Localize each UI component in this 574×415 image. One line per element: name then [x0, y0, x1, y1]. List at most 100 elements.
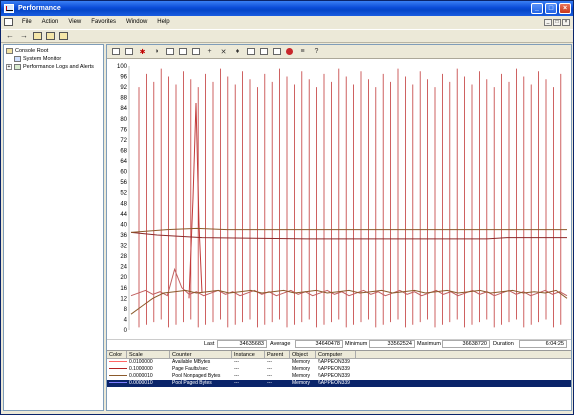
maximize-button[interactable]: □ [545, 3, 557, 14]
duration-value: 6:04:25 [519, 340, 567, 348]
help-icon[interactable]: ? [312, 48, 321, 55]
y-tick-label: 56 [120, 180, 127, 186]
computer-cell: \\APPEON339 [318, 366, 350, 372]
view-histogram-icon[interactable] [179, 48, 187, 55]
col-header-parent[interactable]: Parent [265, 351, 290, 358]
y-tick-label: 16 [120, 286, 127, 292]
mdi-restore-button[interactable]: □ [553, 18, 561, 26]
object-cell: Memory [292, 366, 311, 372]
properties-icon[interactable] [273, 48, 281, 55]
monitor-icon [14, 56, 21, 62]
legend-row-selected[interactable]: 0.0000010 Pool Paged Bytes --- --- Memor… [107, 380, 571, 387]
performance-window: Performance _ □ × File Action View Favor… [0, 0, 574, 415]
menu-favorites[interactable]: Favorites [86, 19, 121, 25]
y-tick-label: 32 [120, 244, 127, 250]
counter-cell: Available MBytes [172, 359, 211, 365]
view-graph-icon[interactable] [166, 48, 174, 55]
instance-cell: --- [234, 366, 239, 372]
y-tick-label: 4 [124, 317, 128, 323]
delete-counter-icon[interactable]: ✕ [219, 48, 228, 56]
mdi-minimize-button[interactable]: _ [544, 18, 552, 26]
y-tick-label: 20 [120, 275, 127, 281]
y-tick-label: 100 [117, 64, 128, 70]
copy-properties-icon[interactable] [247, 48, 255, 55]
menu-file[interactable]: File [17, 19, 37, 25]
title-bar: Performance _ □ × [1, 1, 573, 16]
counter-cell: Page Faults/sec [172, 366, 208, 372]
parent-cell: --- [267, 373, 272, 379]
paste-counter-list-icon[interactable] [260, 48, 268, 55]
col-header-instance[interactable]: Instance [232, 351, 265, 358]
legend-row[interactable]: 0.0100000 Available MBytes --- --- Memor… [107, 359, 571, 366]
expand-icon[interactable]: + [6, 64, 12, 70]
view-current-activity-icon[interactable]: ✱ [138, 48, 147, 56]
col-header-computer[interactable]: Computer [316, 351, 356, 358]
scale-cell: 0.1000000 [129, 366, 153, 372]
minimize-button[interactable]: _ [531, 3, 543, 14]
y-tick-label: 64 [120, 159, 127, 165]
new-counter-set-icon[interactable] [112, 48, 120, 55]
color-swatch [109, 382, 127, 384]
average-value: 34640478 [295, 340, 343, 348]
clear-display-icon[interactable] [125, 48, 133, 55]
forward-arrow-icon[interactable]: → [19, 31, 29, 41]
highlight-icon[interactable]: ♦ [233, 48, 242, 55]
maximum-label: Maximum [417, 341, 441, 347]
y-tick-label: 60 [120, 170, 127, 176]
tree-item-console-root[interactable]: Console Root [6, 47, 101, 55]
col-header-object[interactable]: Object [290, 351, 316, 358]
view-report-icon[interactable] [192, 48, 200, 55]
y-tick-label: 72 [120, 138, 127, 144]
y-tick-label: 24 [120, 265, 127, 271]
tree-item-label: Performance Logs and Alerts [23, 64, 94, 70]
col-header-scale[interactable]: Scale [127, 351, 170, 358]
scale-cell: 0.0000010 [129, 380, 153, 386]
col-header-color[interactable]: Color [107, 351, 127, 358]
y-tick-label: 48 [120, 201, 127, 207]
object-cell: Memory [292, 373, 311, 379]
properties-icon[interactable] [59, 32, 68, 40]
col-header-counter[interactable]: Counter [170, 351, 232, 358]
counter-cell: Pool Paged Bytes [172, 380, 212, 386]
mdi-close-button[interactable]: × [562, 18, 570, 26]
tree-item-performance-logs[interactable]: + Performance Logs and Alerts [6, 63, 101, 71]
freeze-display-icon[interactable] [286, 48, 293, 55]
menu-view[interactable]: View [63, 19, 86, 25]
object-cell: Memory [292, 380, 311, 386]
system-monitor-panel: ✱ ◑ + ✕ ♦ ≡ ? 100 96 92 88 84 80 76 72 68 64 60 56 5… [106, 44, 572, 411]
update-data-icon[interactable]: ≡ [298, 48, 307, 55]
menu-window[interactable]: Window [121, 19, 152, 25]
close-button[interactable]: × [559, 3, 571, 14]
view-log-data-icon[interactable]: ◑ [152, 48, 161, 55]
add-counter-icon[interactable]: + [205, 48, 214, 55]
menu-action[interactable]: Action [37, 19, 64, 25]
legend-row[interactable]: 0.0000010 Pool Nonpaged Bytes --- --- Me… [107, 373, 571, 380]
computer-cell: \\APPEON339 [318, 373, 350, 379]
up-folder-icon[interactable] [33, 32, 42, 40]
y-tick-label: 0 [124, 328, 128, 334]
color-cell [107, 380, 127, 387]
menu-help[interactable]: Help [152, 19, 174, 25]
tree-item-system-monitor[interactable]: System Monitor [6, 55, 101, 63]
tree-item-label: System Monitor [23, 56, 62, 62]
performance-app-icon [4, 4, 14, 13]
computer-cell: \\APPEON339 [318, 380, 350, 386]
y-tick-label: 92 [120, 85, 127, 91]
y-tick-label: 68 [120, 148, 127, 154]
scale-cell: 0.0100000 [129, 359, 153, 365]
y-tick-label: 12 [120, 296, 127, 302]
y-tick-label: 8 [124, 307, 128, 313]
color-swatch [109, 361, 127, 363]
counter-legend: Color Scale Counter Instance Parent Obje… [107, 350, 571, 410]
object-cell: Memory [292, 359, 311, 365]
color-swatch [109, 375, 127, 377]
y-tick-label: 52 [120, 191, 127, 197]
legend-row[interactable]: 0.1000000 Page Faults/sec --- --- Memory… [107, 366, 571, 373]
minimum-label: Minimum [345, 341, 368, 347]
y-tick-label: 88 [120, 96, 127, 102]
parent-cell: --- [267, 366, 272, 372]
y-tick-label: 84 [120, 106, 127, 112]
back-arrow-icon[interactable]: ← [5, 31, 15, 41]
show-tree-icon[interactable] [46, 32, 55, 40]
parent-cell: --- [267, 359, 272, 365]
